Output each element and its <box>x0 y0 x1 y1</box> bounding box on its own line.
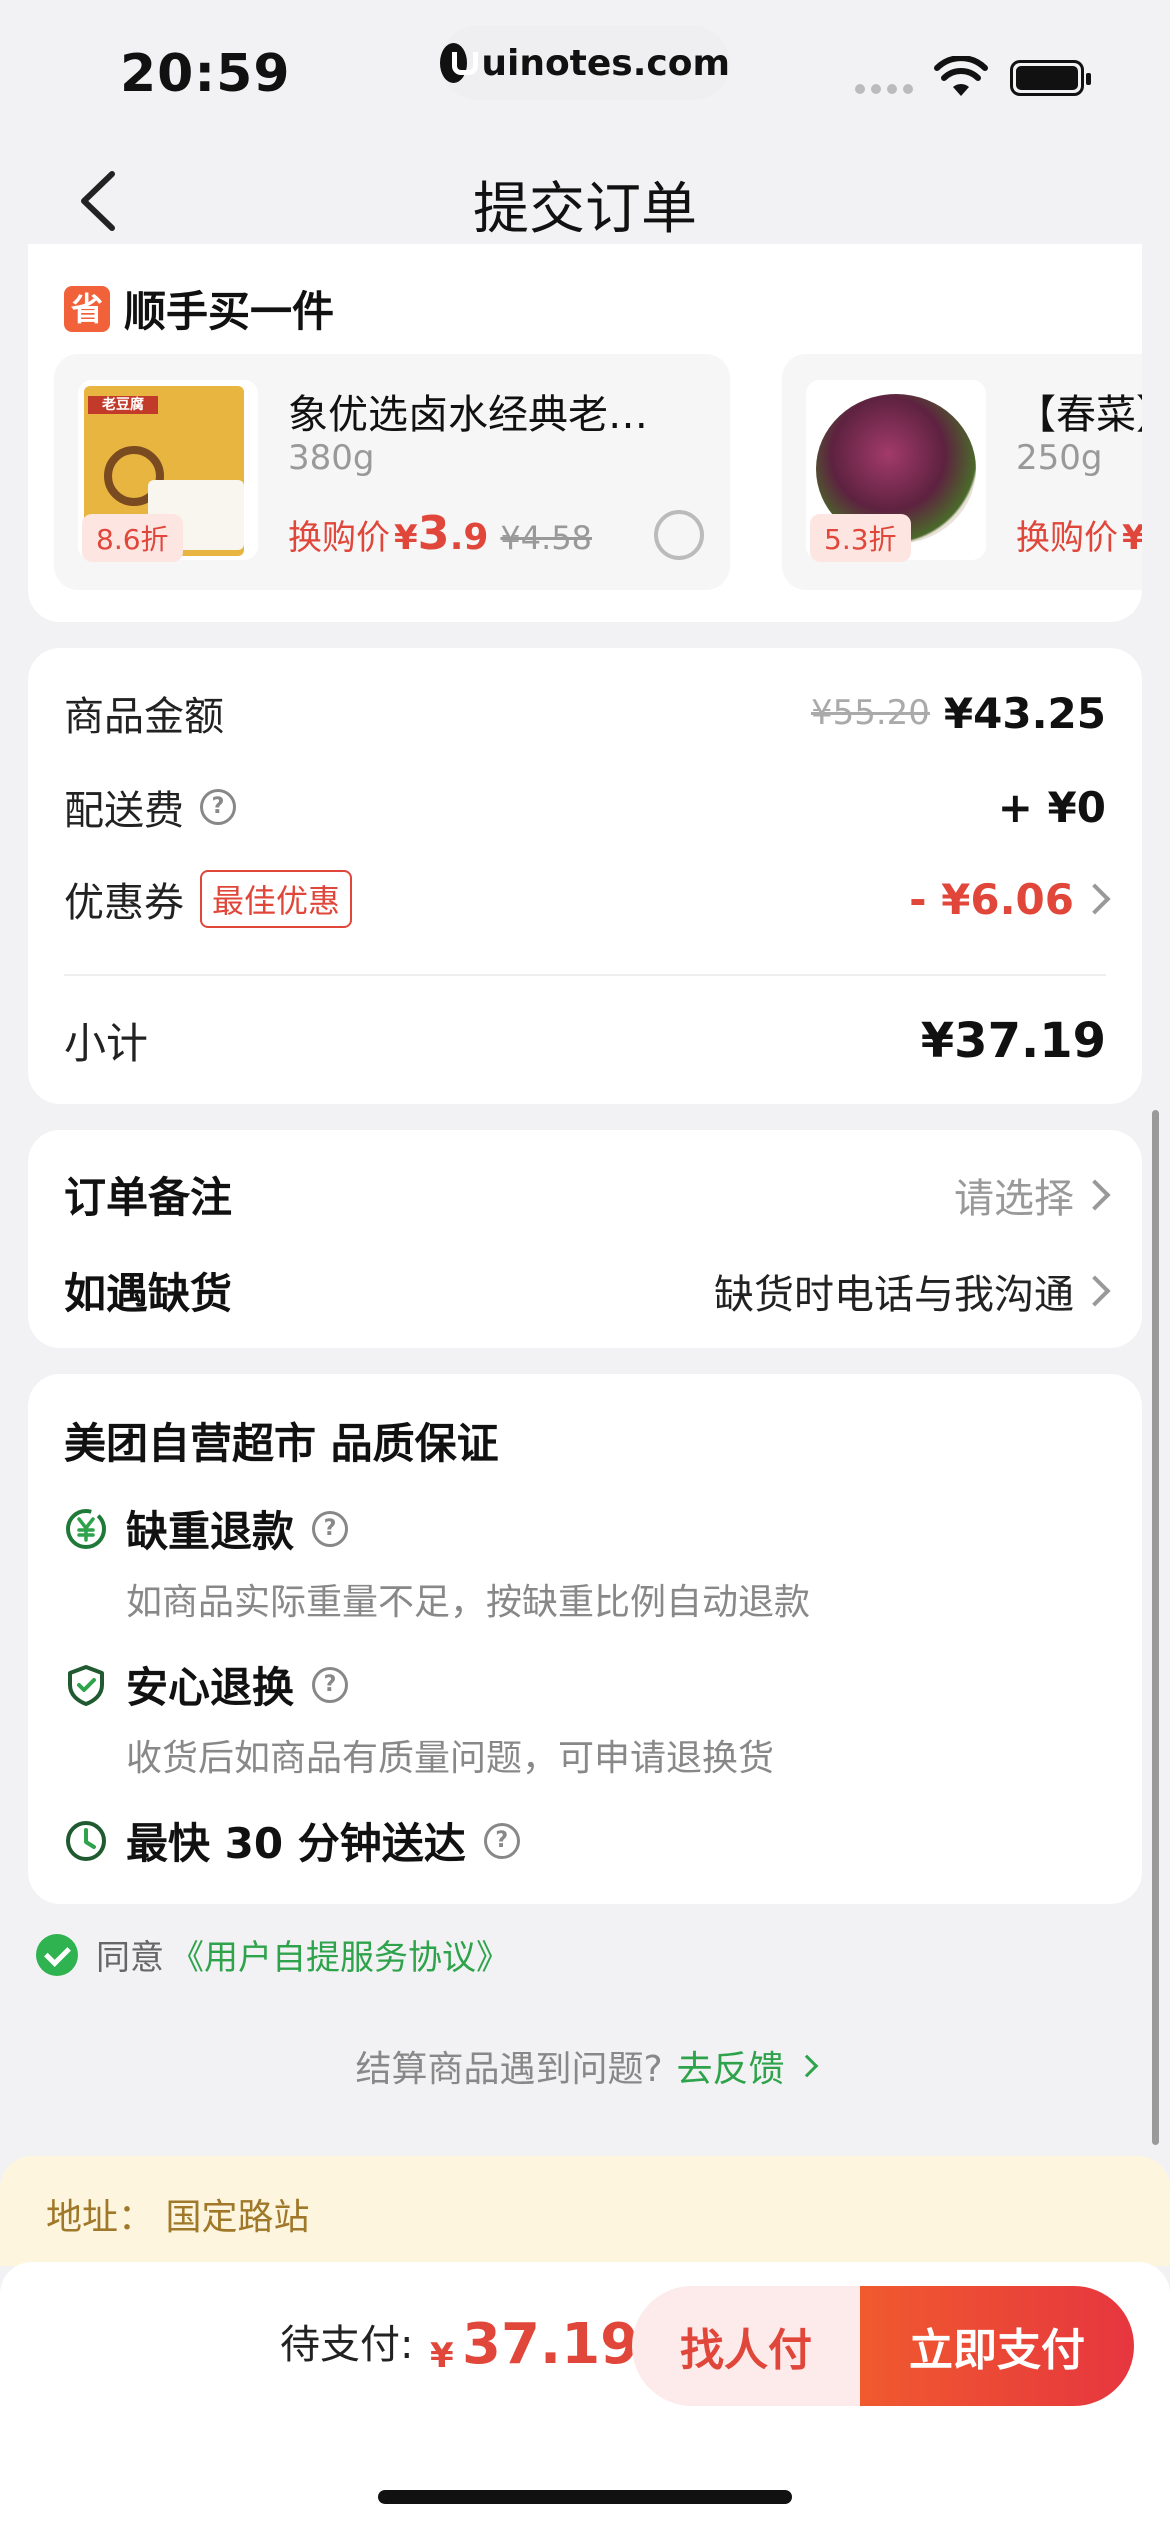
stockout-label: 如遇缺货 <box>64 1269 233 1318</box>
feedback-text: 结算商品遇到问题? <box>355 2049 663 2090</box>
stockout-value: 缺货时电话与我沟通 <box>714 1271 1074 1318</box>
shield-check-icon <box>68 1664 104 1706</box>
help-icon[interactable]: ? <box>200 789 236 825</box>
chevron-right-icon <box>795 2054 818 2078</box>
coupon-row[interactable]: 优惠券 最佳优惠 - ¥6.06 <box>64 870 1111 928</box>
coupon-value: - ¥6.06 <box>909 874 1074 924</box>
product-carousel[interactable]: 老豆腐 8.6折 象优选卤水经典老… 380g 换购价 ¥ 3 .9 ¥4.58… <box>54 354 1142 590</box>
help-icon[interactable]: ? <box>483 1822 520 1859</box>
wifi-icon <box>934 56 988 96</box>
url-pill[interactable]: uinotes.com <box>440 26 730 100</box>
agreement-prefix: 同意 <box>96 1938 164 1978</box>
agreement-row[interactable]: 同意 《用户自提服务协议》 <box>36 1930 510 1979</box>
guarantee-name: 缺重退款 <box>126 1507 295 1556</box>
discount-tag: 5.3折 <box>810 514 911 562</box>
agree-checkbox-icon[interactable] <box>36 1933 78 1976</box>
friend-pay-button[interactable]: 找人付 <box>632 2286 860 2406</box>
best-offer-tag: 最佳优惠 <box>200 870 353 928</box>
discount-tag: 8.6折 <box>82 514 183 562</box>
product-card[interactable]: 5.3折 【春菜】 250g 换购价 ¥ 5 <box>782 354 1142 590</box>
yen-refund-icon <box>66 1508 106 1549</box>
goods-amount-label: 商品金额 <box>64 694 224 740</box>
goods-amount-row: 商品金额 ¥55.20 ¥43.25 <box>64 684 1106 742</box>
product-weight: 380g <box>288 438 375 478</box>
select-radio[interactable] <box>654 510 704 560</box>
divider <box>64 974 1106 976</box>
subtotal-row: 小计 ¥37.19 <box>64 1010 1106 1071</box>
remarks-card: 订单备注 请选择 如遇缺货 缺货时电话与我沟通 <box>28 1130 1142 1348</box>
pay-currency: ¥ <box>430 2336 454 2376</box>
guarantee-name: 最快 30 分钟送达 <box>126 1819 466 1868</box>
quality-title: 美团自营超市 品质保证 <box>64 1419 499 1468</box>
clock-icon <box>66 1820 106 1861</box>
product-weight: 250g <box>1016 438 1103 478</box>
chevron-right-icon <box>1079 1178 1111 1211</box>
stockout-row[interactable]: 如遇缺货 缺货时电话与我沟通 <box>64 1260 1111 1321</box>
pay-now-button[interactable]: 立即支付 <box>860 2286 1134 2406</box>
guarantee-desc: 如商品实际重量不足，按缺重比例自动退款 <box>126 1582 811 1623</box>
product-price: 换购价 ¥ 5 <box>1016 518 1142 558</box>
subtotal-value: ¥37.19 <box>920 1012 1106 1069</box>
product-name: 【春菜】 <box>1016 392 1142 438</box>
save-badge-icon: 省 <box>64 285 110 332</box>
subtotal-label: 小计 <box>64 1019 149 1068</box>
order-note-value: 请选择 <box>954 1175 1074 1222</box>
product-name: 象优选卤水经典老… <box>288 392 648 438</box>
battery-icon <box>1010 60 1091 96</box>
guarantee-item: 最快 30 分钟送达 ? <box>64 1810 1106 1871</box>
address-text: 地址： 国定路站 <box>46 2197 310 2238</box>
feedback-link[interactable]: 去反馈 <box>677 2040 785 2092</box>
coupon-label: 优惠券 <box>64 880 184 926</box>
nav-bar: 提交订单 <box>0 140 1170 260</box>
signal-icon <box>855 84 913 94</box>
amount-card: 商品金额 ¥55.20 ¥43.25 配送费 ? + ¥0 优惠券 最佳优惠 -… <box>28 648 1142 1104</box>
pay-buttons: 找人付 立即支付 <box>632 2286 1134 2406</box>
delivery-fee-row: 配送费 ? + ¥0 <box>64 778 1106 836</box>
goods-original-price: ¥55.20 <box>810 693 930 733</box>
url-text: uinotes.com <box>481 42 730 84</box>
guarantee-desc: 收货后如商品有质量问题，可申请退换货 <box>126 1738 775 1779</box>
help-icon[interactable]: ? <box>312 1666 349 1703</box>
extra-buy-title: 顺手买一件 <box>124 287 335 336</box>
product-card[interactable]: 老豆腐 8.6折 象优选卤水经典老… 380g 换购价 ¥ 3 .9 ¥4.58 <box>54 354 730 590</box>
guarantee-name: 安心退换 <box>126 1663 295 1712</box>
guarantee-item: 安心退换 ? 收货后如商品有质量问题，可申请退换货 <box>64 1654 1106 1781</box>
status-time: 20:59 <box>120 44 291 104</box>
order-note-label: 订单备注 <box>64 1173 233 1222</box>
product-price: 换购价 ¥ 3 .9 ¥4.58 <box>288 506 593 560</box>
scrollbar[interactable] <box>1152 1110 1159 2145</box>
extra-buy-header: 省 顺手买一件 <box>64 278 334 339</box>
order-note-row[interactable]: 订单备注 请选择 <box>64 1164 1111 1225</box>
status-bar: 20:59 uinotes.com <box>0 0 1170 140</box>
agreement-link[interactable]: 《用户自提服务协议》 <box>170 1930 510 1979</box>
quality-guarantee-card: 美团自营超市 品质保证 缺重退款 ? 如商品实际重量不足，按缺重比例自动退款 安… <box>28 1374 1142 1904</box>
page-title: 提交订单 <box>473 177 697 242</box>
home-indicator[interactable] <box>378 2490 792 2504</box>
address-strip[interactable]: 地址： 国定路站 <box>0 2156 1170 2266</box>
chevron-right-icon <box>1079 883 1111 915</box>
goods-amount-value: ¥43.25 <box>943 688 1106 738</box>
delivery-fee-label: 配送费 <box>64 788 184 834</box>
pay-label: 待支付: <box>280 2322 414 2368</box>
feedback-row: 结算商品遇到问题? 去反馈 <box>0 2040 1170 2092</box>
extra-buy-card: 省 顺手买一件 老豆腐 8.6折 象优选卤水经典老… 380g 换购价 ¥ 3 … <box>28 244 1142 622</box>
delivery-fee-value: + ¥0 <box>997 782 1106 832</box>
chevron-right-icon <box>1079 1274 1111 1307</box>
guarantee-item: 缺重退款 ? 如商品实际重量不足，按缺重比例自动退款 <box>64 1498 1106 1625</box>
original-price: ¥4.58 <box>500 519 593 557</box>
site-logo-icon <box>440 43 479 83</box>
pay-amount: 37.19 <box>462 2312 640 2377</box>
help-icon[interactable]: ? <box>312 1510 349 1547</box>
